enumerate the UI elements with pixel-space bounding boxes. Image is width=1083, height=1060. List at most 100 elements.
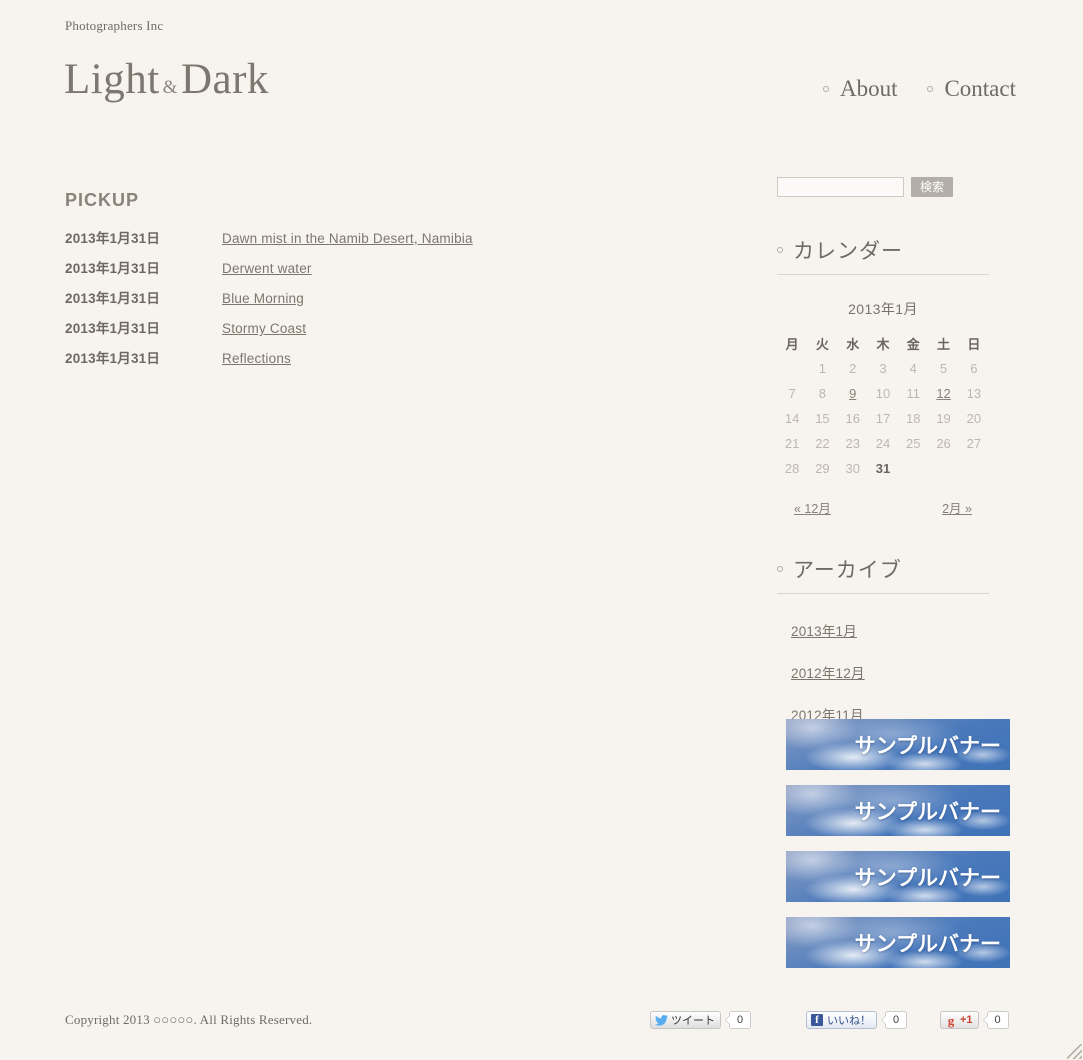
calendar-day: 21 xyxy=(784,436,800,451)
calendar: 2013年1月 月 火 水 木 金 土 日 1 2 3 4 5 6 7 8 9 … xyxy=(777,299,989,517)
logo-second-word: Dark xyxy=(180,56,269,103)
circle-bullet-icon xyxy=(777,247,783,253)
calendar-day: 14 xyxy=(784,411,800,426)
twitter-share-button[interactable]: ツイート xyxy=(650,1011,721,1029)
calendar-day-today: 31 xyxy=(875,461,891,476)
calendar-day: 16 xyxy=(845,411,860,426)
nav-item-about[interactable]: About xyxy=(822,76,898,102)
calendar-day: 13 xyxy=(966,386,982,401)
archives-heading-label: アーカイブ xyxy=(793,558,902,582)
googleplus-count[interactable]: 0 xyxy=(986,1011,1009,1029)
pickup-item-link[interactable]: Reflections xyxy=(222,351,291,366)
pickup-item-link[interactable]: Dawn mist in the Namib Desert, Namibia xyxy=(222,231,473,246)
calendar-weekday-sat: 土 xyxy=(937,337,951,352)
calendar-day: 3 xyxy=(879,361,887,376)
calendar-weekday-wed: 水 xyxy=(846,337,860,352)
archive-list-item: 2013年1月 xyxy=(791,620,989,641)
search-bar: 検索 xyxy=(777,176,989,198)
pickup-item-link[interactable]: Derwent water xyxy=(222,261,312,276)
calendar-day: 29 xyxy=(815,461,830,476)
calendar-weekday-mon: 月 xyxy=(785,337,799,352)
twitter-share-label: ツイート xyxy=(671,1015,715,1027)
pickup-item-date: 2013年1月31日 xyxy=(65,261,161,276)
site-logo[interactable]: Light &Dark xyxy=(64,58,269,101)
calendar-day: 15 xyxy=(815,411,830,426)
calendar-day: 18 xyxy=(906,411,921,426)
calendar-widget: カレンダー 2013年1月 月 火 水 木 金 土 日 1 2 3 4 5 6 … xyxy=(777,235,989,517)
facebook-f-icon: f xyxy=(811,1014,823,1026)
banner-item[interactable]: サンプルバナー xyxy=(786,719,1010,770)
pickup-item-date: 2013年1月31日 xyxy=(65,231,161,246)
calendar-day xyxy=(777,356,807,381)
site-tagline: Photographers Inc xyxy=(65,18,164,33)
pickup-item: 2013年1月31日 Blue Morning xyxy=(65,287,685,317)
calendar-day: 30 xyxy=(845,461,860,476)
calendar-navigation: « 12月 2月 » xyxy=(777,498,989,517)
banner-item[interactable]: サンプルバナー xyxy=(786,785,1010,836)
pickup-item-date: 2013年1月31日 xyxy=(65,321,161,336)
main-content: PICKUP 2013年1月31日 Dawn mist in the Namib… xyxy=(65,190,685,377)
calendar-week-row: 7 8 9 10 11 12 13 xyxy=(777,381,989,406)
search-input[interactable] xyxy=(777,177,904,197)
banner-item[interactable]: サンプルバナー xyxy=(786,851,1010,902)
facebook-like-button[interactable]: f いいね！ xyxy=(806,1011,877,1029)
banner-label: サンプルバナー xyxy=(854,866,1001,890)
calendar-day: 2 xyxy=(849,361,857,376)
twitter-bird-icon xyxy=(655,1014,668,1026)
calendar-day: 6 xyxy=(970,361,978,376)
calendar-weekday-tue: 火 xyxy=(815,337,829,352)
archive-link[interactable]: 2012年12月 xyxy=(791,666,865,681)
calendar-day: 7 xyxy=(788,386,796,401)
archive-link[interactable]: 2013年1月 xyxy=(791,624,857,639)
twitter-count[interactable]: 0 xyxy=(729,1011,751,1029)
banner-label: サンプルバナー xyxy=(854,734,1001,758)
calendar-week-row: 14 15 16 17 18 19 20 xyxy=(777,406,989,431)
calendar-day: 23 xyxy=(845,436,860,451)
search-button[interactable]: 検索 xyxy=(911,177,954,197)
circle-bullet-icon xyxy=(927,86,934,92)
page-root: Photographers Inc Light &Dark About Conta… xyxy=(0,0,1083,1060)
pickup-item: 2013年1月31日 Dawn mist in the Namib Desert… xyxy=(65,227,685,257)
calendar-day-link[interactable]: 9 xyxy=(838,381,868,406)
facebook-like-label: いいね！ xyxy=(827,1015,871,1027)
calendar-weekday-thu: 木 xyxy=(876,337,890,352)
calendar-day xyxy=(898,456,928,481)
archives-widget: アーカイブ 2013年1月 2012年12月 2012年11月 xyxy=(777,554,989,725)
nav-item-about-label: About xyxy=(839,76,898,101)
calendar-caption: 2013年1月 xyxy=(848,301,918,317)
calendar-week-row: 28 29 30 31 xyxy=(777,456,989,481)
calendar-day: 10 xyxy=(875,386,891,401)
calendar-day: 27 xyxy=(966,436,982,451)
googleplus-plusone-group: g +1 0 xyxy=(940,1011,1009,1029)
window-resize-handle[interactable] xyxy=(1067,1044,1082,1059)
calendar-heading: カレンダー xyxy=(777,235,989,275)
pickup-item: 2013年1月31日 Reflections xyxy=(65,347,685,377)
googleplus-plusone-label: +1 xyxy=(960,1014,973,1026)
calendar-day: 17 xyxy=(875,411,891,426)
pickup-item-date: 2013年1月31日 xyxy=(65,351,161,366)
pickup-item-link[interactable]: Stormy Coast xyxy=(222,321,306,336)
calendar-day: 4 xyxy=(909,361,917,376)
calendar-day-link[interactable]: 12 xyxy=(928,381,958,406)
calendar-day: 1 xyxy=(818,361,827,376)
facebook-count[interactable]: 0 xyxy=(885,1011,907,1029)
nav-item-contact-label: Contact xyxy=(944,76,1016,101)
main-navigation: About Contact xyxy=(822,76,1016,102)
calendar-day: 26 xyxy=(936,436,951,451)
calendar-prev-month-link[interactable]: « 12月 xyxy=(794,498,831,517)
logo-first-word: Light xyxy=(64,56,160,103)
calendar-table: 月 火 水 木 金 土 日 1 2 3 4 5 6 7 8 9 10 11 12… xyxy=(777,331,989,481)
twitter-share-group: ツイート 0 xyxy=(650,1011,751,1029)
banner-list: サンプルバナー サンプルバナー サンプルバナー サンプルバナー xyxy=(786,719,1010,983)
calendar-next-month-link[interactable]: 2月 » xyxy=(942,498,972,517)
nav-item-contact[interactable]: Contact xyxy=(927,76,1016,102)
pickup-item-link[interactable]: Blue Morning xyxy=(222,291,304,306)
calendar-weekday-sun: 日 xyxy=(967,337,981,352)
banner-item[interactable]: サンプルバナー xyxy=(786,917,1010,968)
calendar-day xyxy=(928,456,958,481)
calendar-week-row: 1 2 3 4 5 6 xyxy=(777,356,989,381)
calendar-day: 28 xyxy=(784,461,800,476)
banner-label: サンプルバナー xyxy=(854,800,1001,824)
pickup-item: 2013年1月31日 Derwent water xyxy=(65,257,685,287)
googleplus-plusone-button[interactable]: g +1 xyxy=(940,1011,979,1029)
